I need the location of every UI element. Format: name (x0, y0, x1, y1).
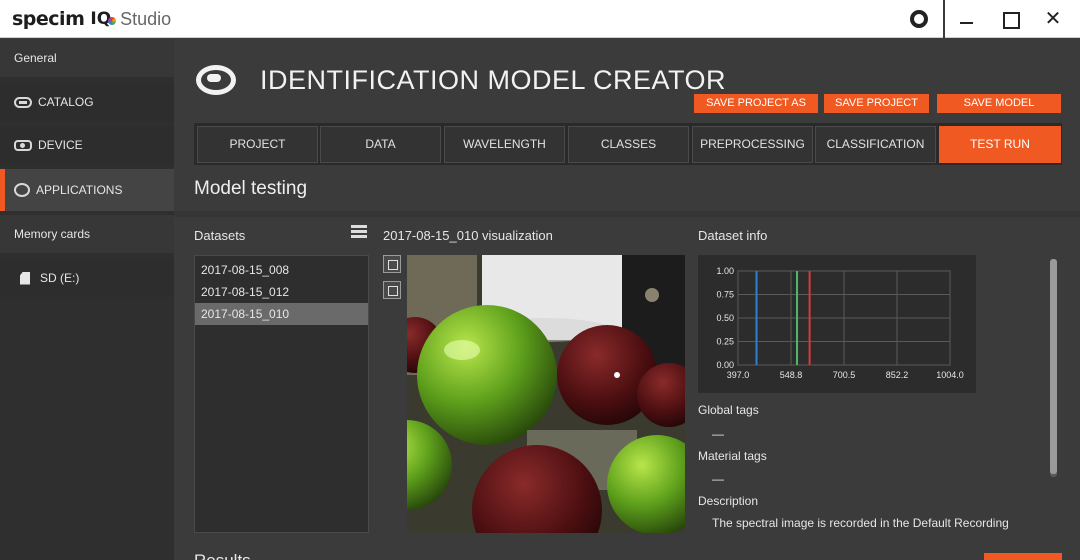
sidebar-item-label: Memory cards (14, 227, 91, 241)
app-logo: specim IQ Studio (12, 7, 171, 31)
global-tags-value: — (712, 427, 724, 441)
logo-studio: Studio (120, 8, 172, 29)
applications-icon (14, 183, 30, 197)
sidebar-item-device[interactable]: DEVICE (0, 126, 174, 164)
info-scrollbar-thumb[interactable] (1050, 259, 1057, 474)
camera-icon (14, 139, 32, 151)
chart-x-tick-label: 548.8 (780, 370, 803, 380)
main-panel: IDENTIFICATION MODEL CREATOR SAVE PROJEC… (174, 39, 1080, 560)
sidebar-item-label: DEVICE (38, 138, 83, 152)
tab-classes[interactable]: CLASSES (568, 126, 689, 163)
global-tags-label: Global tags (698, 403, 759, 417)
sidebar-item-label: General (14, 51, 57, 65)
sidebar-item-label: CATALOG (38, 95, 94, 109)
settings-gear-icon[interactable] (910, 10, 928, 28)
edit-view-icon[interactable] (383, 281, 401, 299)
list-item[interactable]: 2017-08-15_012 (195, 281, 368, 303)
logo-color-dot (108, 17, 117, 25)
spectrum-chart-svg: 397.0 548.8 700.5 852.2 1004.0 0.00 0.25 0.50 0.… (716, 266, 964, 380)
chart-y-tick-label: 0.00 (716, 360, 734, 370)
dataset-info-label: Dataset info (698, 228, 768, 243)
chart-x-tick-label: 1004.0 (936, 370, 964, 380)
list-item-selected[interactable]: 2017-08-15_010 (195, 303, 368, 325)
save-project-button[interactable]: SAVE PROJECT (824, 94, 929, 113)
sidebar-item-general[interactable]: General (0, 39, 174, 77)
save-model-button[interactable]: SAVE MODEL (937, 94, 1061, 113)
chart-x-tick-label: 700.5 (833, 370, 856, 380)
results-action-button[interactable] (984, 553, 1062, 560)
tab-data[interactable]: DATA (320, 126, 441, 163)
close-button[interactable]: ✕ (1042, 8, 1064, 30)
description-text: The spectral image is recorded in the De… (712, 516, 1009, 530)
results-label: Results (194, 551, 251, 560)
tab-project[interactable]: PROJECT (197, 126, 318, 163)
sd-card-icon (20, 271, 30, 285)
datasets-label: Datasets (194, 228, 246, 243)
sidebar: General CATALOG DEVICE APPLICATIONS Memo… (0, 39, 174, 560)
sidebar-item-label: SD (E:) (40, 271, 80, 285)
tab-wavelength[interactable]: WAVELENGTH (444, 126, 565, 163)
list-item[interactable]: 2017-08-15_008 (195, 259, 368, 281)
sidebar-item-applications[interactable]: APPLICATIONS (0, 169, 174, 211)
maximize-button[interactable] (999, 8, 1021, 30)
content-divider (174, 211, 1080, 217)
chart-x-tick-label: 852.2 (886, 370, 909, 380)
save-project-as-button[interactable]: SAVE PROJECT AS (694, 94, 818, 113)
tab-test-run[interactable]: TEST RUN (939, 126, 1061, 163)
minimize-button[interactable] (956, 8, 978, 30)
tab-classification[interactable]: CLASSIFICATION (815, 126, 936, 163)
list-menu-icon[interactable] (351, 225, 367, 239)
spectrum-chart: 397.0 548.8 700.5 852.2 1004.0 0.00 0.25 0.50 0.… (698, 255, 976, 393)
tab-preprocessing[interactable]: PREPROCESSING (692, 126, 813, 163)
sidebar-item-memory-cards[interactable]: Memory cards (0, 215, 174, 253)
apples-visualization-image (407, 255, 685, 533)
chart-y-tick-label: 0.25 (716, 337, 734, 347)
chart-y-tick-label: 0.75 (716, 290, 734, 300)
section-title: Model testing (194, 178, 308, 199)
page-title: IDENTIFICATION MODEL CREATOR (260, 65, 727, 95)
wizard-tabs: PROJECT DATA WAVELENGTH CLASSES PREPROCE… (194, 123, 1062, 165)
catalog-icon (14, 96, 32, 108)
sidebar-item-catalog[interactable]: CATALOG (0, 83, 174, 121)
material-tags-label: Material tags (698, 449, 767, 463)
logo-iq: IQ (90, 9, 117, 29)
chart-y-tick-label: 0.50 (716, 313, 734, 323)
material-tags-value: — (712, 472, 724, 486)
sidebar-item-sd[interactable]: SD (E:) (0, 259, 174, 297)
datasets-list: 2017-08-15_008 2017-08-15_012 2017-08-15… (194, 255, 369, 533)
chart-x-tick-label: 397.0 (727, 370, 750, 380)
view-mode-icon[interactable] (383, 255, 401, 273)
description-label: Description (698, 494, 759, 508)
identification-model-icon (196, 65, 236, 95)
title-bar: specim IQ Studio ✕ (0, 0, 1080, 38)
titlebar-separator (943, 0, 945, 38)
chart-y-tick-label: 1.00 (716, 266, 734, 276)
visualization-label: 2017-08-15_010 visualization (383, 228, 553, 243)
logo-brand: specim (12, 8, 85, 30)
sidebar-item-label: APPLICATIONS (36, 183, 123, 197)
